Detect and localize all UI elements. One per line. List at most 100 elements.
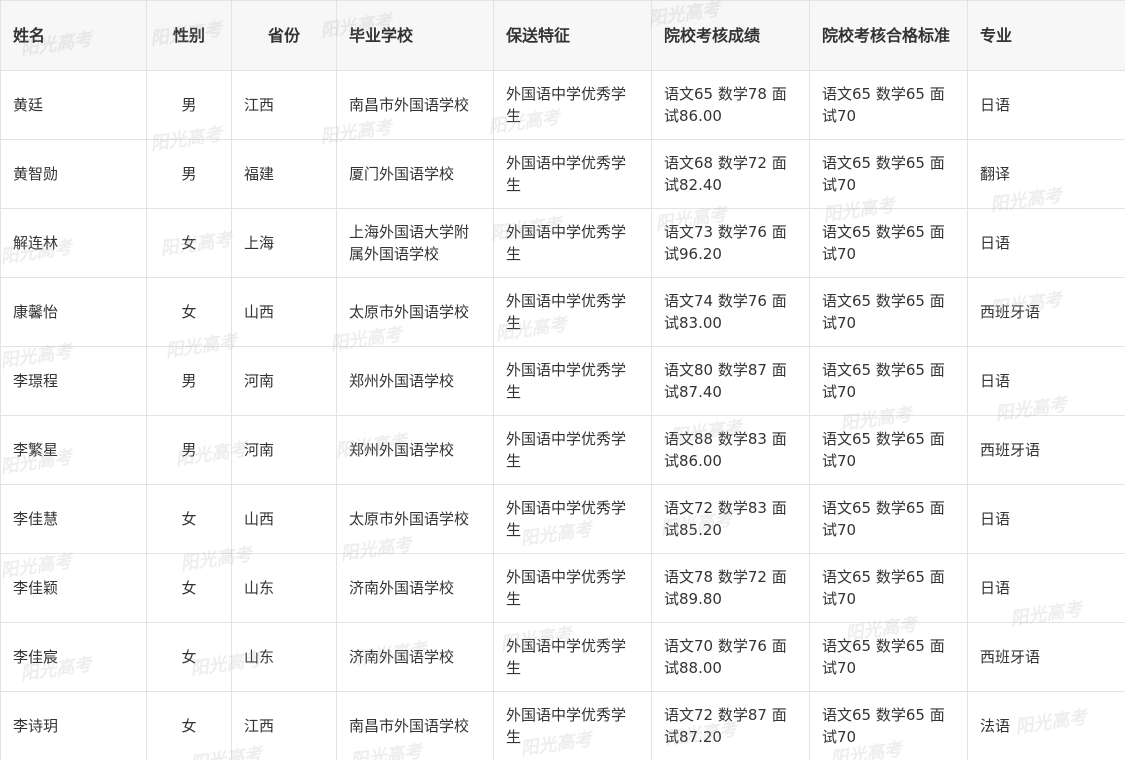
cell-province: 河南 bbox=[231, 346, 337, 416]
cell-name: 李佳颖 bbox=[0, 553, 147, 623]
cell-province: 山东 bbox=[231, 553, 337, 623]
cell-name: 黄智勋 bbox=[0, 139, 147, 209]
cell-standard: 语文65 数学65 面试70 bbox=[809, 70, 968, 140]
cell-standard: 语文65 数学65 面试70 bbox=[809, 691, 968, 760]
admission-table: 姓名 性别 省份 毕业学校 保送特征 院校考核成绩 院校考核合格标准 专业 黄廷… bbox=[0, 0, 1125, 760]
cell-feature: 外国语中学优秀学生 bbox=[493, 346, 652, 416]
cell-feature: 外国语中学优秀学生 bbox=[493, 622, 652, 692]
cell-score: 语文73 数学76 面试96.20 bbox=[651, 208, 810, 278]
cell-feature: 外国语中学优秀学生 bbox=[493, 70, 652, 140]
cell-standard: 语文65 数学65 面试70 bbox=[809, 346, 968, 416]
cell-name: 康馨怡 bbox=[0, 277, 147, 347]
table-row: 李诗玥女江西 南昌市外国语学校 外国语中学优秀学生 语文72 数学87 面试87.20… bbox=[0, 691, 1125, 760]
cell-feature: 外国语中学优秀学生 bbox=[493, 139, 652, 209]
header-score: 院校考核成绩 bbox=[651, 0, 810, 71]
header-row: 姓名 性别 省份 毕业学校 保送特征 院校考核成绩 院校考核合格标准 专业 bbox=[0, 0, 1125, 71]
table-row: 解连林女上海 上海外国语大学附属外国语学校 外国语中学优秀学生 语文73 数学76 面… bbox=[0, 208, 1125, 278]
table-row: 黄廷男江西 南昌市外国语学校 外国语中学优秀学生 语文65 数学78 面试86.00 语… bbox=[0, 70, 1125, 140]
cell-feature: 外国语中学优秀学生 bbox=[493, 484, 652, 554]
cell-score: 语文68 数学72 面试82.40 bbox=[651, 139, 810, 209]
cell-school: 南昌市外国语学校 bbox=[336, 70, 494, 140]
cell-major: 日语 bbox=[967, 208, 1125, 278]
cell-feature: 外国语中学优秀学生 bbox=[493, 553, 652, 623]
cell-name: 解连林 bbox=[0, 208, 147, 278]
cell-score: 语文88 数学83 面试86.00 bbox=[651, 415, 810, 485]
cell-gender: 女 bbox=[146, 208, 232, 278]
cell-major: 日语 bbox=[967, 553, 1125, 623]
cell-school: 南昌市外国语学校 bbox=[336, 691, 494, 760]
cell-gender: 女 bbox=[146, 553, 232, 623]
cell-name: 李繁星 bbox=[0, 415, 147, 485]
cell-province: 上海 bbox=[231, 208, 337, 278]
cell-gender: 女 bbox=[146, 277, 232, 347]
cell-province: 江西 bbox=[231, 70, 337, 140]
cell-name: 李璟程 bbox=[0, 346, 147, 416]
cell-feature: 外国语中学优秀学生 bbox=[493, 277, 652, 347]
cell-gender: 女 bbox=[146, 691, 232, 760]
cell-major: 翻译 bbox=[967, 139, 1125, 209]
cell-school: 郑州外国语学校 bbox=[336, 346, 494, 416]
cell-score: 语文65 数学78 面试86.00 bbox=[651, 70, 810, 140]
header-name: 姓名 bbox=[0, 0, 147, 71]
table-row: 李佳慧女山西 太原市外国语学校 外国语中学优秀学生 语文72 数学83 面试85.20… bbox=[0, 484, 1125, 554]
cell-score: 语文72 数学83 面试85.20 bbox=[651, 484, 810, 554]
cell-gender: 女 bbox=[146, 622, 232, 692]
cell-score: 语文80 数学87 面试87.40 bbox=[651, 346, 810, 416]
cell-province: 河南 bbox=[231, 415, 337, 485]
cell-gender: 男 bbox=[146, 139, 232, 209]
cell-score: 语文70 数学76 面试88.00 bbox=[651, 622, 810, 692]
cell-major: 日语 bbox=[967, 70, 1125, 140]
table-row: 李佳宸女山东 济南外国语学校 外国语中学优秀学生 语文70 数学76 面试88.00 语… bbox=[0, 622, 1125, 692]
cell-province: 山西 bbox=[231, 277, 337, 347]
table-row: 康馨怡女山西 太原市外国语学校 外国语中学优秀学生 语文74 数学76 面试83.00… bbox=[0, 277, 1125, 347]
table-row: 黄智勋男福建 厦门外国语学校 外国语中学优秀学生 语文68 数学72 面试82.40 语… bbox=[0, 139, 1125, 209]
cell-school: 太原市外国语学校 bbox=[336, 484, 494, 554]
cell-name: 黄廷 bbox=[0, 70, 147, 140]
cell-gender: 男 bbox=[146, 415, 232, 485]
cell-gender: 男 bbox=[146, 70, 232, 140]
cell-major: 日语 bbox=[967, 346, 1125, 416]
cell-school: 济南外国语学校 bbox=[336, 622, 494, 692]
cell-major: 西班牙语 bbox=[967, 415, 1125, 485]
cell-score: 语文72 数学87 面试87.20 bbox=[651, 691, 810, 760]
header-feature: 保送特征 bbox=[493, 0, 652, 71]
cell-score: 语文74 数学76 面试83.00 bbox=[651, 277, 810, 347]
cell-major: 法语 bbox=[967, 691, 1125, 760]
cell-school: 厦门外国语学校 bbox=[336, 139, 494, 209]
cell-province: 江西 bbox=[231, 691, 337, 760]
cell-feature: 外国语中学优秀学生 bbox=[493, 415, 652, 485]
cell-standard: 语文65 数学65 面试70 bbox=[809, 139, 968, 209]
table-row: 李佳颖女山东 济南外国语学校 外国语中学优秀学生 语文78 数学72 面试89.80 语… bbox=[0, 553, 1125, 623]
cell-standard: 语文65 数学65 面试70 bbox=[809, 415, 968, 485]
cell-gender: 女 bbox=[146, 484, 232, 554]
cell-score: 语文78 数学72 面试89.80 bbox=[651, 553, 810, 623]
cell-school: 郑州外国语学校 bbox=[336, 415, 494, 485]
header-school: 毕业学校 bbox=[336, 0, 494, 71]
header-standard: 院校考核合格标准 bbox=[809, 0, 968, 71]
cell-name: 李佳宸 bbox=[0, 622, 147, 692]
table-body: 黄廷男江西 南昌市外国语学校 外国语中学优秀学生 语文65 数学78 面试86.00 语… bbox=[0, 70, 1125, 760]
cell-school: 济南外国语学校 bbox=[336, 553, 494, 623]
cell-standard: 语文65 数学65 面试70 bbox=[809, 622, 968, 692]
cell-major: 西班牙语 bbox=[967, 277, 1125, 347]
header-gender: 性别 bbox=[146, 0, 232, 71]
cell-feature: 外国语中学优秀学生 bbox=[493, 691, 652, 760]
header-province: 省份 bbox=[231, 0, 337, 71]
cell-major: 日语 bbox=[967, 484, 1125, 554]
cell-feature: 外国语中学优秀学生 bbox=[493, 208, 652, 278]
cell-standard: 语文65 数学65 面试70 bbox=[809, 553, 968, 623]
table-header: 姓名 性别 省份 毕业学校 保送特征 院校考核成绩 院校考核合格标准 专业 bbox=[0, 0, 1125, 71]
cell-name: 李佳慧 bbox=[0, 484, 147, 554]
cell-school: 太原市外国语学校 bbox=[336, 277, 494, 347]
cell-standard: 语文65 数学65 面试70 bbox=[809, 277, 968, 347]
cell-gender: 男 bbox=[146, 346, 232, 416]
header-major: 专业 bbox=[967, 0, 1125, 71]
cell-province: 福建 bbox=[231, 139, 337, 209]
cell-name: 李诗玥 bbox=[0, 691, 147, 760]
cell-standard: 语文65 数学65 面试70 bbox=[809, 208, 968, 278]
table-row: 李璟程男河南 郑州外国语学校 外国语中学优秀学生 语文80 数学87 面试87.40 语… bbox=[0, 346, 1125, 416]
cell-standard: 语文65 数学65 面试70 bbox=[809, 484, 968, 554]
cell-province: 山东 bbox=[231, 622, 337, 692]
cell-school: 上海外国语大学附属外国语学校 bbox=[336, 208, 494, 278]
cell-province: 山西 bbox=[231, 484, 337, 554]
